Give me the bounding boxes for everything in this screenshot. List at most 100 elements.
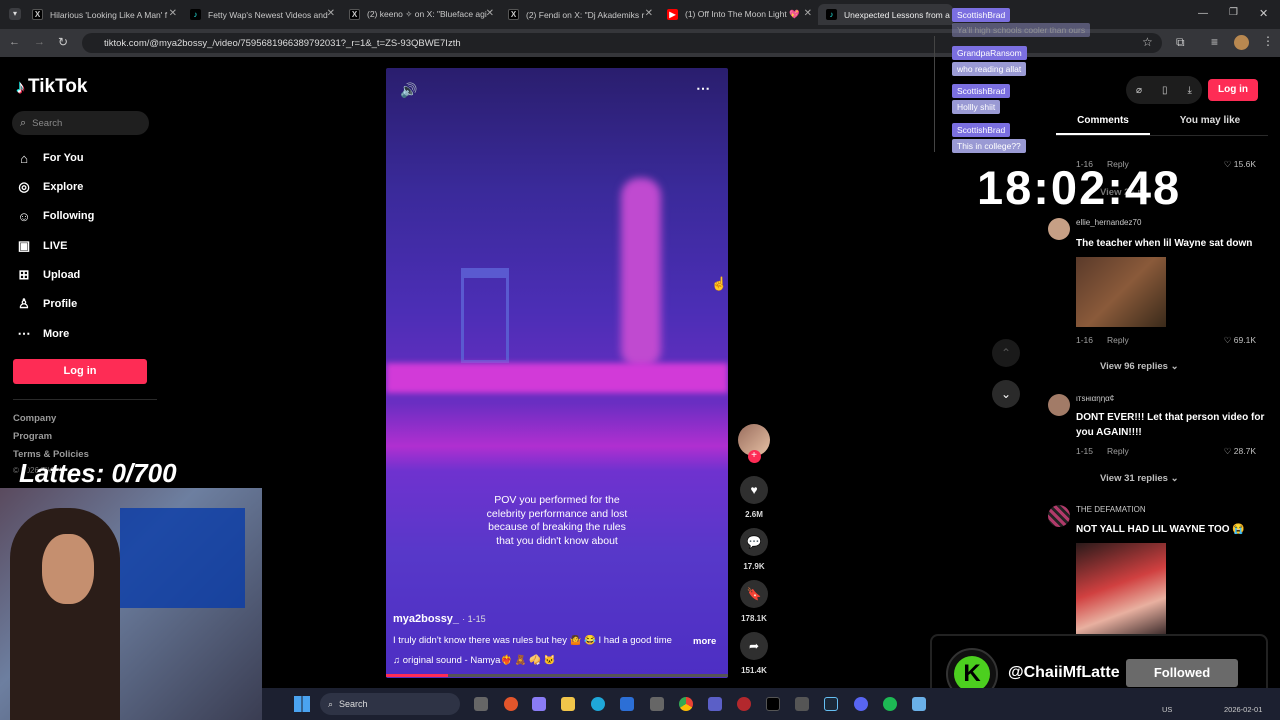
back-icon[interactable]: ← [9,36,20,48]
tab-comments[interactable]: Comments [1056,115,1150,126]
teams-icon[interactable] [708,697,722,711]
volume-icon[interactable]: 🔊 [400,82,417,99]
like-button[interactable]: ♥ 2.6M [738,476,770,519]
footer-link-program[interactable]: Program [13,431,52,442]
compass-icon[interactable]: ⌀ [1136,85,1142,96]
video-player[interactable]: 🔊 ⋯ POV you performed for the celebrity … [386,68,728,678]
nav-profile[interactable]: ♙ Profile [16,296,77,312]
followed-badge: Followed [1126,659,1238,687]
edge-icon[interactable] [591,697,605,711]
close-window-icon[interactable]: ✕ [1259,7,1268,20]
bookmark-icon: 🔖 [740,580,768,608]
close-tab-icon[interactable]: ✕ [645,8,653,19]
app-icon[interactable] [795,697,809,711]
mobile-icon[interactable]: ▯ [1162,85,1168,96]
windows-start-icon[interactable] [294,696,310,712]
tiktok-logo[interactable]: ♪ TikTok [16,76,87,98]
chrome-icon[interactable] [679,697,693,711]
forward-icon[interactable]: → [34,36,45,48]
commenter-avatar[interactable] [1048,394,1070,416]
previous-video-button[interactable]: ⌃ [992,339,1020,367]
comment-username[interactable]: ellie_hernandez70 [1076,218,1141,227]
nav-live[interactable]: ▣ LIVE [16,238,68,254]
file-explorer-icon[interactable] [561,697,575,711]
steam-icon[interactable] [824,697,838,711]
chat-username: ScottishBrad [952,123,1011,137]
chat-message: who reading allat [952,62,1027,76]
commenter-avatar[interactable] [1048,505,1070,527]
task-view-icon[interactable] [474,697,488,711]
nav-following[interactable]: ☺ Following [16,208,94,224]
app-icon[interactable] [504,697,518,711]
browser-tab[interactable]: X (2) keeno ✧ on X: "Blueface agi ✕ [349,4,494,25]
extensions-icon[interactable]: ⧉ [1176,35,1185,50]
view-replies[interactable]: View 31 replies ⌄ [1100,473,1179,484]
browser-tab[interactable]: ▶ (1) Off Into The Moon Light 💖 ✕ [667,4,812,25]
browser-tab[interactable]: X (2) Fendi on X: "Dj Akademiks r ✕ [508,4,653,25]
sidebar-login-button[interactable]: Log in [13,359,147,384]
region-indicator[interactable]: US [1162,705,1172,714]
nav-for-you[interactable]: ⌂ For You [16,150,83,166]
browser-tab[interactable]: X Hilarious 'Looking Like A Man' f ✕ [32,4,177,25]
taskbar-search[interactable]: ⌕ Search [320,693,460,715]
close-tab-icon[interactable]: ✕ [327,8,335,19]
spotify-icon[interactable] [883,697,897,711]
tab-list-icon[interactable]: ▾ [9,8,21,20]
nav-explore[interactable]: ◎ Explore [16,179,83,195]
close-tab-icon[interactable]: ✕ [486,8,494,19]
tab-you-may-like[interactable]: You may like [1160,115,1260,126]
commenter-avatar[interactable] [1048,218,1070,240]
minimize-icon[interactable]: — [1198,8,1208,19]
profile-avatar[interactable] [1234,35,1249,50]
close-tab-icon[interactable]: ✕ [804,8,812,19]
browser-tab[interactable]: ♪ Fetty Wap's Newest Videos and ✕ [190,4,335,25]
next-video-button[interactable]: ⌄ [992,380,1020,408]
browser-tab-active[interactable]: ♪ Unexpected Lessons from a Ce [818,4,953,25]
comment-item: ellie_hernandez70 The teacher when lil W… [1048,218,1268,378]
comment-likes[interactable]: ♡ 28.7K [1224,446,1256,457]
comment-username[interactable]: ιтѕнιαηηα¢ [1076,394,1114,403]
app-icon[interactable] [620,697,634,711]
save-button[interactable]: 🔖 178.1K [738,580,770,623]
header-login-button[interactable]: Log in [1208,79,1258,101]
comment-button[interactable]: 💬 17.9K [738,528,770,571]
app-icon[interactable] [912,697,926,711]
tiktok-app-icon[interactable] [766,697,780,711]
menu-kebab-icon[interactable]: ⋮ [1262,34,1274,48]
nav-more[interactable]: ⋯ More [16,326,70,342]
share-button[interactable]: ➦ 151.4K [738,632,770,675]
compass-icon: ◎ [18,179,30,194]
creator-avatar[interactable]: + [738,424,770,463]
video-author[interactable]: mya2bossy_ · 1-15 [393,613,486,625]
discord-icon[interactable] [854,697,868,711]
bookmark-star-icon[interactable]: ☆ [1142,35,1153,49]
comment-likes[interactable]: ♡ 69.1K [1224,335,1256,346]
store-icon[interactable] [650,697,664,711]
comment-image[interactable] [1076,257,1166,327]
comment-username[interactable]: THE DEFAMATION [1076,505,1146,514]
taskbar-date[interactable]: 2026-02-01 [1224,705,1262,714]
download-icon[interactable]: ⤓ [1188,85,1192,96]
reply-link[interactable]: Reply [1107,335,1129,345]
close-tab-icon[interactable]: ✕ [169,8,177,19]
description-more-link[interactable]: more [693,636,716,647]
video-more-icon[interactable]: ⋯ [696,80,710,97]
follow-plus-icon[interactable]: + [747,450,761,463]
taskbar-search-label: Search [339,699,368,709]
view-replies[interactable]: View 96 replies ⌄ [1100,361,1179,372]
sound-label[interactable]: ♫ original sound - Namya❤️‍🔥 🧸 🥠 🐱 [393,655,556,666]
search-input[interactable]: ⌕ Search [12,111,149,135]
maximize-icon[interactable]: ❐ [1229,7,1238,18]
video-progress-bar[interactable] [386,674,728,677]
tab-title: Fetty Wap's Newest Videos and [208,9,328,20]
profile-icon: ♙ [18,296,30,311]
media-icon[interactable]: ≡ [1211,35,1218,49]
reply-link[interactable]: Reply [1107,446,1129,456]
app-icon[interactable] [532,697,546,711]
comment-likes[interactable]: ♡ 15.6K [1224,159,1256,170]
nav-upload[interactable]: ⊞ Upload [16,267,81,283]
app-icon[interactable] [737,697,751,711]
reload-icon[interactable]: ↻ [58,35,68,49]
comment-image[interactable] [1076,543,1166,635]
footer-link-company[interactable]: Company [13,413,56,424]
